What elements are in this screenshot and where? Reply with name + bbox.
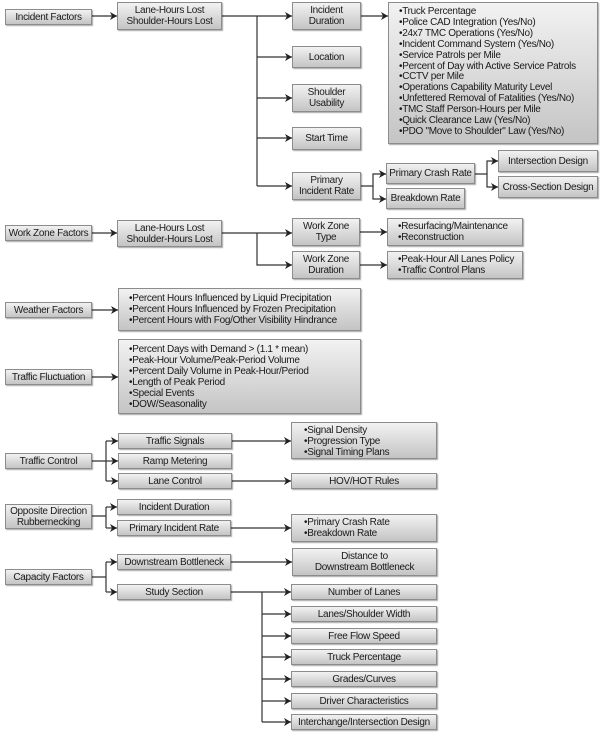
work-zone-lost-hours-node: Lane-Hours Lost Shoulder-Hours Lost (117, 220, 222, 247)
primary-crash-rate-node: Primary Crash Rate (386, 163, 475, 184)
intersection-design-node: Intersection Design (498, 150, 598, 172)
traffic-control-node: Traffic Control (5, 453, 92, 469)
factor-item: Reconstruction (398, 232, 508, 244)
od-primary-incident-rate-node: Primary Incident Rate (117, 520, 231, 536)
distance-to-bottleneck-node: Distance to Downstream Bottleneck (292, 548, 437, 576)
downstream-bottleneck-node: Downstream Bottleneck (117, 554, 231, 570)
study-factor-node: Lanes/Shoulder Width (291, 606, 437, 622)
work-zone-type-factors: Resurfacing/Maintenance Reconstruction (387, 218, 523, 246)
hov-hot-rules-node: HOV/HOT Rules (291, 473, 437, 489)
incident-factors-node: Incident Factors (5, 9, 92, 25)
factor-item: Length of Peak Period (129, 377, 309, 389)
factor-item: Special Events (129, 388, 309, 400)
factor-item: Service Patrols per Mile (399, 50, 576, 62)
location-node: Location (292, 46, 361, 68)
ramp-metering-node: Ramp Metering (118, 453, 232, 469)
study-factor-node: Truck Percentage (291, 649, 437, 665)
factor-item: Signal Timing Plans (304, 447, 389, 459)
traffic-fluctuation-node: Traffic Fluctuation (5, 369, 92, 385)
traffic-fluctuation-list: Percent Days with Demand > (1.1 * mean) … (118, 339, 361, 414)
study-factor-node: Grades/Curves (291, 671, 437, 687)
study-factor-node: Free Flow Speed (291, 628, 437, 644)
work-zone-duration-factors: Peak-Hour All Lanes Policy Traffic Contr… (387, 251, 523, 279)
signal-factors-list: Signal Density Progression Type Signal T… (291, 422, 437, 459)
factor-item: PDO "Move to Shoulder" Law (Yes/No) (399, 126, 576, 138)
factor-item: Incident Command System (Yes/No) (399, 39, 576, 51)
traffic-signals-node: Traffic Signals (118, 433, 232, 449)
study-factor-node: Driver Characteristics (291, 693, 437, 709)
factor-item: Percent Hours with Fog/Other Visibility … (129, 315, 337, 327)
shoulder-usability-node: Shoulder Usability (292, 84, 361, 112)
study-factor-node: Interchange/Intersection Design (291, 714, 437, 730)
incident-lost-hours-node: Lane-Hours Lost Shoulder-Hours Lost (117, 2, 222, 30)
work-zone-duration-node: Work Zone Duration (292, 251, 360, 279)
weather-factors-node: Weather Factors (5, 302, 92, 318)
od-rate-factors-list: Primary Crash Rate Breakdown Rate (291, 514, 437, 542)
work-zone-factors-node: Work Zone Factors (5, 225, 92, 241)
work-zone-type-node: Work Zone Type (292, 218, 360, 246)
opposite-direction-node: Opposite Direction Rubbernecking (5, 504, 92, 529)
incident-duration-node: Incident Duration (292, 2, 361, 30)
study-section-node: Study Section (117, 584, 231, 600)
study-factor-node: Number of Lanes (291, 584, 437, 600)
lane-control-node: Lane Control (118, 473, 232, 489)
start-time-node: Start Time (292, 127, 361, 150)
factor-item: DOW/Seasonality (129, 399, 309, 411)
breakdown-rate-node: Breakdown Rate (386, 188, 465, 209)
capacity-factors-node: Capacity Factors (5, 569, 92, 585)
factor-item: Breakdown Rate (304, 528, 390, 540)
od-incident-duration-node: Incident Duration (117, 499, 231, 515)
weather-factors-list: Percent Hours Influenced by Liquid Preci… (118, 288, 361, 331)
incident-duration-factors: Truck Percentage Police CAD Integration … (388, 2, 598, 144)
factor-item: Traffic Control Plans (398, 265, 514, 277)
primary-incident-rate-node: Primary Incident Rate (292, 172, 361, 200)
cross-section-design-node: Cross-Section Design (498, 176, 598, 198)
